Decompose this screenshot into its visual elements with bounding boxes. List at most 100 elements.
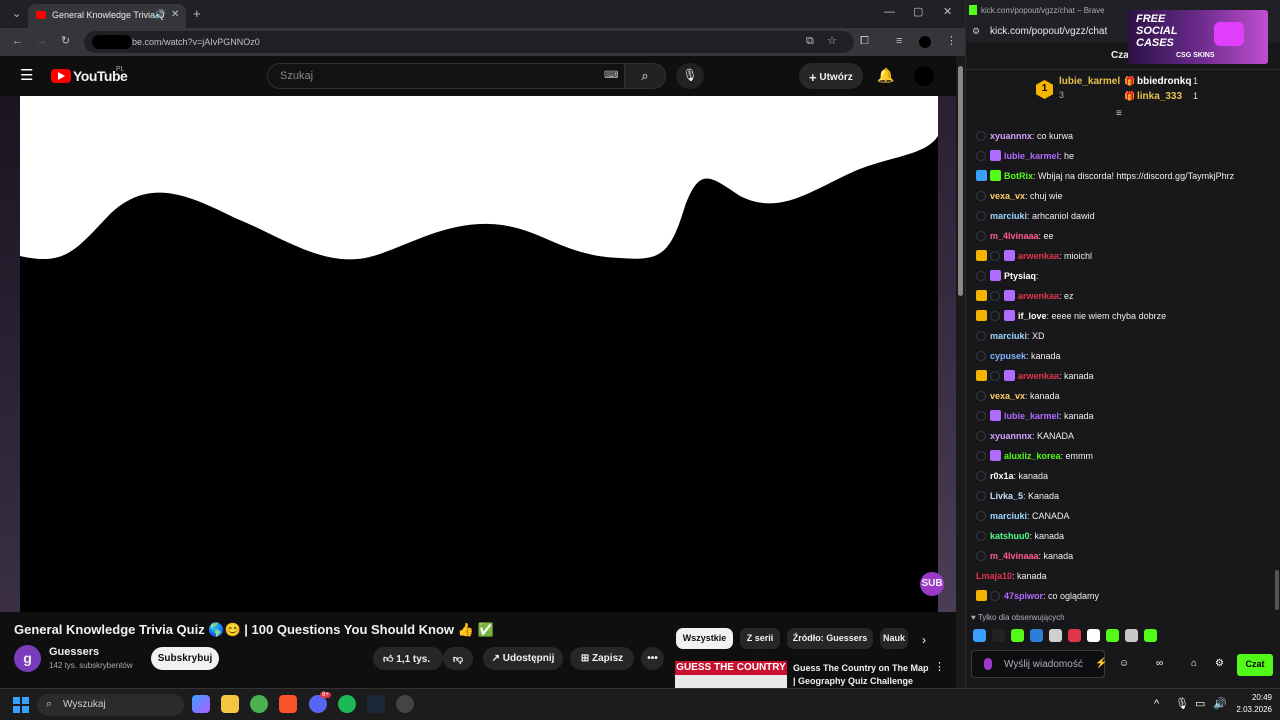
emoji-icon[interactable]: ☺: [1119, 659, 1129, 669]
chat-username[interactable]: marciuki: [990, 511, 1027, 521]
steam-icon[interactable]: [367, 695, 385, 713]
menu-kebab-icon[interactable]: ⋮: [946, 36, 957, 47]
like-button[interactable]: 👍︎ 1,1 tys.: [373, 647, 443, 670]
emote-icon[interactable]: [1144, 629, 1157, 642]
emote-icon[interactable]: [1068, 629, 1081, 642]
new-tab-icon[interactable]: +: [193, 7, 201, 20]
save-button[interactable]: ⊞ Zapisz: [570, 647, 634, 670]
chat-username[interactable]: vexa_vx: [990, 391, 1025, 401]
chips-next-chevron-icon[interactable]: ›: [922, 634, 926, 646]
subscribe-button[interactable]: Subskrybuj: [151, 647, 219, 670]
send-chat-button[interactable]: Czat: [1237, 654, 1273, 676]
chip-source[interactable]: Źródło: Guessers: [787, 628, 873, 649]
emote-icon[interactable]: [973, 629, 986, 642]
chat-username[interactable]: m_4lvinaaa: [990, 231, 1039, 241]
chat-username[interactable]: aluxiiz_korea: [1004, 451, 1061, 461]
mic-icon[interactable]: [984, 658, 992, 670]
chat-username[interactable]: marciuki: [990, 211, 1027, 221]
leader-user-2[interactable]: linka_333: [1137, 91, 1182, 102]
account-avatar[interactable]: [914, 66, 934, 86]
chat-username[interactable]: lubie_karmel: [1004, 411, 1059, 421]
brave-icon[interactable]: [279, 695, 297, 713]
forward-icon[interactable]: →: [36, 36, 47, 47]
chat-username[interactable]: xyuannnx: [990, 131, 1032, 141]
chat-username[interactable]: Ptysiaq: [1004, 271, 1036, 281]
leader-user-1[interactable]: bbiedronkq: [1137, 76, 1191, 87]
tab-youtube[interactable]: General Knowledge Trivia Q 🔊 ✕: [28, 4, 186, 28]
emote-icon[interactable]: [1087, 629, 1100, 642]
keyboard-icon[interactable]: ⌨: [604, 71, 618, 81]
top-user[interactable]: lubie_karmel: [1059, 76, 1120, 87]
chat-username[interactable]: vexa_vx: [990, 191, 1025, 201]
search-input[interactable]: Szukaj: [267, 63, 625, 89]
sub-badge[interactable]: SUB: [920, 572, 944, 596]
audio-icon[interactable]: 🔊: [154, 10, 165, 19]
taskbar-search[interactable]: ⌕ Wyszukaj: [37, 694, 184, 716]
windows-start-icon[interactable]: [13, 697, 29, 713]
chat-username[interactable]: Livka_5: [990, 491, 1023, 501]
chat-scrollbar-thumb[interactable]: [1275, 570, 1279, 610]
reload-icon[interactable]: ↻: [61, 36, 70, 47]
volume-icon[interactable]: 🔊: [1213, 699, 1227, 710]
page-scrollbar[interactable]: [956, 56, 965, 688]
chip-series[interactable]: Z serii: [740, 628, 780, 649]
chip-all[interactable]: Wszystkie: [676, 628, 733, 649]
recommended-thumbnail[interactable]: GUESS THE COUNTRY: [675, 661, 787, 688]
site-settings-icon[interactable]: ⚙: [972, 27, 980, 36]
search-button[interactable]: ⌕: [624, 63, 666, 89]
link-icon[interactable]: ∞: [1156, 659, 1163, 669]
minimize-icon[interactable]: —: [884, 7, 895, 18]
maximize-icon[interactable]: ▢: [913, 7, 923, 18]
hamburger-menu-icon[interactable]: ☰: [20, 68, 33, 83]
chat-username[interactable]: cypusek: [990, 351, 1026, 361]
emote-icon[interactable]: [1011, 629, 1024, 642]
clock[interactable]: 20:49 2.03.2026: [1232, 692, 1272, 716]
reco-menu-icon[interactable]: ⋮: [934, 662, 945, 673]
voice-search-button[interactable]: 🎙: [676, 63, 704, 89]
emote-icon[interactable]: [1049, 629, 1062, 642]
chat-username[interactable]: if_love: [1018, 311, 1047, 321]
share-button[interactable]: ↗ Udostępnij: [483, 647, 563, 670]
back-icon[interactable]: ←: [12, 36, 23, 47]
media-icon[interactable]: ≡: [896, 36, 902, 47]
chat-username[interactable]: 47spiwor: [1004, 591, 1043, 601]
chat-username[interactable]: marciuki: [990, 331, 1027, 341]
settings-gear-icon[interactable]: ⚙: [1215, 659, 1224, 669]
chat-username[interactable]: katshuu0: [990, 531, 1030, 541]
extensions-icon[interactable]: ⧠: [860, 36, 869, 47]
address-bar[interactable]: be.com/watch?v=jAIvPGNNOz0: [84, 31, 854, 53]
chat-username[interactable]: arwenkaa: [1018, 291, 1059, 301]
chat-username[interactable]: lubie_karmel: [1004, 151, 1059, 161]
chat-username[interactable]: r0x1a: [990, 471, 1014, 481]
profile-avatar[interactable]: [919, 36, 931, 48]
collapse-icon[interactable]: ≡: [1116, 108, 1122, 119]
emote-icon[interactable]: [1030, 629, 1043, 642]
notifications-bell-icon[interactable]: 🔔: [877, 68, 894, 82]
chat-username[interactable]: arwenkaa: [1018, 251, 1059, 261]
emote-icon[interactable]: [1106, 629, 1119, 642]
emote-icon[interactable]: [1125, 629, 1138, 642]
more-actions-button[interactable]: •••: [641, 647, 664, 670]
recommended-title[interactable]: Guess The Country on The Map | Geography…: [793, 662, 933, 688]
video-player[interactable]: [20, 96, 938, 612]
copilot-icon[interactable]: [192, 695, 210, 713]
tray-mic-icon[interactable]: 🎙: [1175, 699, 1189, 710]
chat-username[interactable]: Lmaja10: [976, 571, 1012, 581]
chip-science[interactable]: Nauk: [880, 628, 908, 649]
emote-icon[interactable]: [992, 629, 1005, 642]
app-icon[interactable]: [396, 695, 414, 713]
tab-close-icon[interactable]: ✕: [171, 10, 179, 20]
command-icon[interactable]: ⚡: [1095, 659, 1107, 669]
spotify-icon[interactable]: [338, 695, 356, 713]
chat-scrollbar[interactable]: [1273, 70, 1280, 610]
bookmark-star-icon[interactable]: ☆: [827, 36, 837, 47]
network-icon[interactable]: ▭: [1195, 699, 1205, 710]
chat-username[interactable]: arwenkaa: [1018, 371, 1059, 381]
sponsor-ad[interactable]: FREE SOCIAL CASES CSG SKINS: [1128, 10, 1268, 64]
channel-avatar[interactable]: g: [14, 645, 41, 672]
store-icon[interactable]: ⌂: [1191, 659, 1197, 669]
chat-username[interactable]: xyuannnx: [990, 431, 1032, 441]
window-close-icon[interactable]: ✕: [943, 7, 952, 18]
scrollbar-thumb[interactable]: [958, 66, 963, 296]
file-explorer-icon[interactable]: [221, 695, 239, 713]
